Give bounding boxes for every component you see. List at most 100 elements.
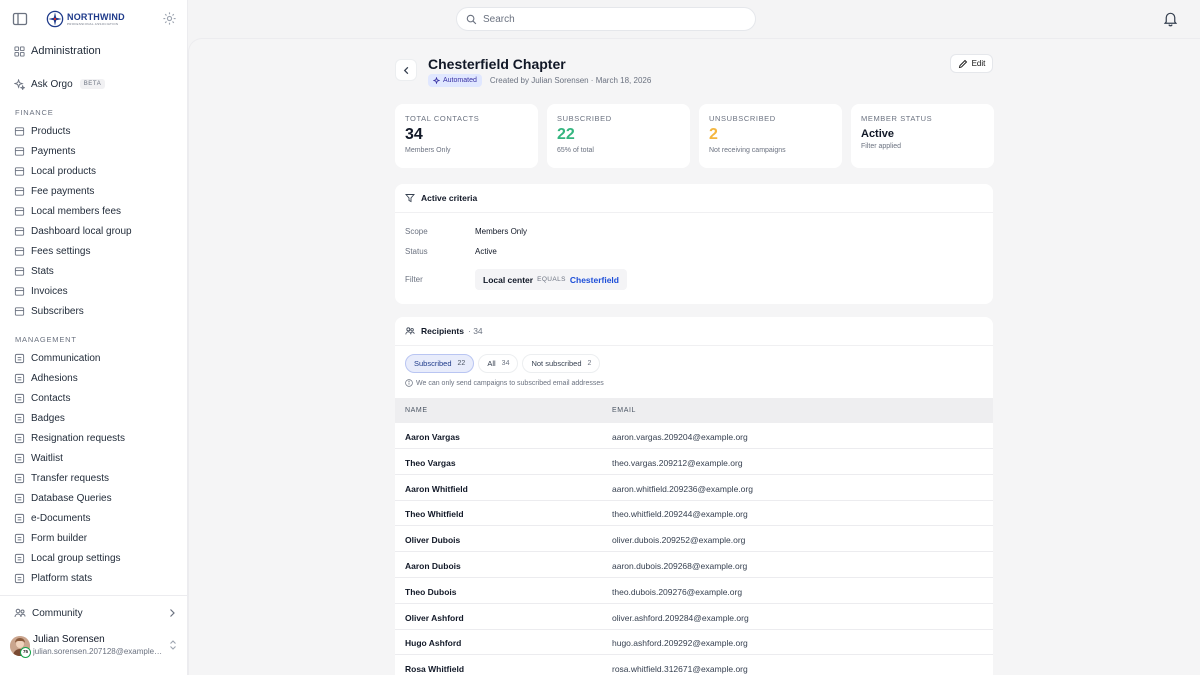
sidebar-item-dashboard-local-group[interactable]: Dashboard local group xyxy=(14,222,179,240)
criteria-scope-row: Scope Members Only xyxy=(405,227,527,236)
created-by-text: Created by Julian Sorensen · March 18, 2… xyxy=(489,76,652,85)
recipient-name: Hugo Ashford xyxy=(405,638,462,649)
table-row[interactable]: Theo Vargas theo.vargas.209212@example.or… xyxy=(395,449,993,475)
table-row[interactable]: Oliver Ashford oliver.ashford.209284@exam… xyxy=(395,604,993,630)
sidebar-item-subscribers[interactable]: Subscribers xyxy=(14,302,179,320)
sidebar-item-payments[interactable]: Payments xyxy=(14,142,179,160)
recipient-email: oliver.dubois.209252@example.org xyxy=(612,535,746,546)
table-row[interactable]: Aaron Whitfield aaron.whitfield.209236@ex… xyxy=(395,475,993,501)
sidebar-item-local-members-fees[interactable]: Local members fees xyxy=(14,202,179,220)
tab-label: Not subscribed xyxy=(531,359,582,368)
sidebar-item-label: Platform stats xyxy=(31,572,93,584)
tab-all[interactable]: All 34 xyxy=(478,354,519,373)
file-icon xyxy=(14,286,25,297)
card-icon xyxy=(14,206,25,217)
logo[interactable]: NORTHWIND PROFESSIONAL ASSOCIATION xyxy=(46,10,125,28)
badge-icon xyxy=(14,413,25,424)
sidebar-item-form-builder[interactable]: Form builder xyxy=(14,529,179,547)
user-level-badge: 75 xyxy=(20,647,31,658)
tab-subscribed[interactable]: Subscribed 22 xyxy=(405,354,475,373)
table-row[interactable]: Hugo Ashford hugo.ashford.209292@example.… xyxy=(395,629,993,656)
sidebar-item-stats[interactable]: Stats xyxy=(14,262,179,280)
search-bar[interactable] xyxy=(456,7,756,31)
sidebar-item-fee-payments[interactable]: Fee payments xyxy=(14,182,179,200)
nav-ask-orgo-label: Ask Orgo xyxy=(31,78,73,90)
sidebar-item-local-products[interactable]: Local products xyxy=(14,162,179,180)
page-title: Chesterfield Chapter xyxy=(428,56,566,72)
filter-operator: EQUALS xyxy=(537,276,566,283)
sidebar-item-platform-stats[interactable]: Platform stats xyxy=(14,569,179,587)
stat-value: Active xyxy=(861,128,895,140)
back-button[interactable] xyxy=(395,59,417,81)
recipient-email: aaron.dubois.209268@example.org xyxy=(612,561,748,571)
stat-card-subscribed: SUBSCRIBED 22 65% of total xyxy=(547,104,690,168)
sidebar-item-invoices[interactable]: Invoices xyxy=(14,282,179,300)
nav-administration[interactable]: Administration xyxy=(14,42,179,60)
automated-badge: Automated xyxy=(428,74,482,87)
sidebar-item-contacts[interactable]: Contacts xyxy=(14,389,179,407)
user-menu[interactable]: 75 Julian Sorensen julian.sorensen.20712… xyxy=(10,633,182,661)
sidebar-item-label: Local group settings xyxy=(31,552,121,564)
tab-count: 22 xyxy=(457,360,466,367)
recipient-name: Theo Dubois xyxy=(405,586,457,597)
sidebar-item-resignation-requests[interactable]: Resignation requests xyxy=(14,429,179,447)
table-row[interactable]: Theo Dubois theo.dubois.209276@example.or… xyxy=(395,578,993,604)
criteria-key: Scope xyxy=(405,227,428,236)
sidebar-item-transfer-requests[interactable]: Transfer requests xyxy=(14,469,179,487)
criteria-status-row: Status Active xyxy=(405,247,497,256)
recipient-name: Oliver Ashford xyxy=(405,612,464,623)
table-row[interactable]: Rosa Whitfield rosa.whitfield.312671@exam… xyxy=(395,655,993,675)
sidebar-item-badges[interactable]: Badges xyxy=(14,409,179,427)
chart-icon xyxy=(14,573,25,584)
info-note-text: We can only send campaigns to subscribed… xyxy=(416,379,604,387)
sidebar-item-fees-settings[interactable]: Fees settings xyxy=(14,242,179,260)
nav-ask-orgo[interactable]: Ask Orgo BETA xyxy=(14,75,179,93)
user-name: Julian Sorensen xyxy=(33,634,105,645)
edit-button-label: Edit xyxy=(971,59,986,68)
recipients-header: Recipients · 34 xyxy=(395,317,993,346)
recipients-card: Recipients · 34 Subscribed 22 All 34 Not… xyxy=(395,317,993,675)
column-header-name[interactable]: NAME xyxy=(405,407,428,414)
hourglass-icon xyxy=(14,453,25,464)
info-note: We can only send campaigns to subscribed… xyxy=(405,379,604,387)
table-row[interactable]: Aaron Dubois aaron.dubois.209268@example.… xyxy=(395,552,993,578)
sidebar-item-communication[interactable]: Communication xyxy=(14,349,179,367)
sidebar-item-database-queries[interactable]: Database Queries xyxy=(14,489,179,507)
tab-not-subscribed[interactable]: Not subscribed 2 xyxy=(522,354,601,373)
users-icon xyxy=(14,373,25,384)
document-icon xyxy=(14,513,25,524)
column-header-email[interactable]: EMAIL xyxy=(612,407,636,414)
recipient-email: theo.whitfield.209244@example.org xyxy=(612,509,748,520)
transfer-icon xyxy=(14,473,25,484)
gear-icon xyxy=(14,246,25,257)
table-row[interactable]: Aaron Vargas aaron.vargas.209204@example.… xyxy=(395,423,993,449)
database-icon xyxy=(14,493,25,504)
sidebar-item-adhesions[interactable]: Adhesions xyxy=(14,369,179,387)
tab-label: Subscribed xyxy=(414,359,452,368)
filter-chip[interactable]: Local center EQUALS Chesterfield xyxy=(475,269,627,290)
sidebar-item-label: Fees settings xyxy=(31,245,91,257)
form-icon xyxy=(14,533,25,544)
edit-button[interactable]: Edit xyxy=(950,54,993,73)
sidebar-item-waitlist[interactable]: Waitlist xyxy=(14,449,179,467)
notifications-bell-icon[interactable] xyxy=(1162,10,1179,28)
contact-icon xyxy=(14,393,25,404)
sidebar: NORTHWIND PROFESSIONAL ASSOCIATION Admin… xyxy=(0,0,188,675)
info-icon xyxy=(405,379,413,387)
sidebar-item-label: Resignation requests xyxy=(31,432,125,444)
sidebar-toggle-icon[interactable] xyxy=(12,11,28,27)
sidebar-item-local-group-settings[interactable]: Local group settings xyxy=(14,549,179,567)
table-row[interactable]: Oliver Dubois oliver.dubois.209252@exampl… xyxy=(395,526,993,553)
table-row[interactable]: Theo Whitfield theo.whitfield.209244@exam… xyxy=(395,500,993,527)
nav-community[interactable]: Community xyxy=(14,604,179,622)
search-input[interactable] xyxy=(483,13,733,25)
file-text-icon xyxy=(14,306,25,317)
settings-gear-icon[interactable] xyxy=(162,11,177,26)
filter-icon xyxy=(405,193,415,203)
sidebar-item-e-documents[interactable]: e-Documents xyxy=(14,509,179,527)
community-users-icon xyxy=(14,607,26,619)
sidebar-item-products[interactable]: Products xyxy=(14,122,179,140)
stat-value: 2 xyxy=(709,126,718,143)
wallet-icon xyxy=(14,186,25,197)
nav-administration-label: Administration xyxy=(31,45,101,57)
